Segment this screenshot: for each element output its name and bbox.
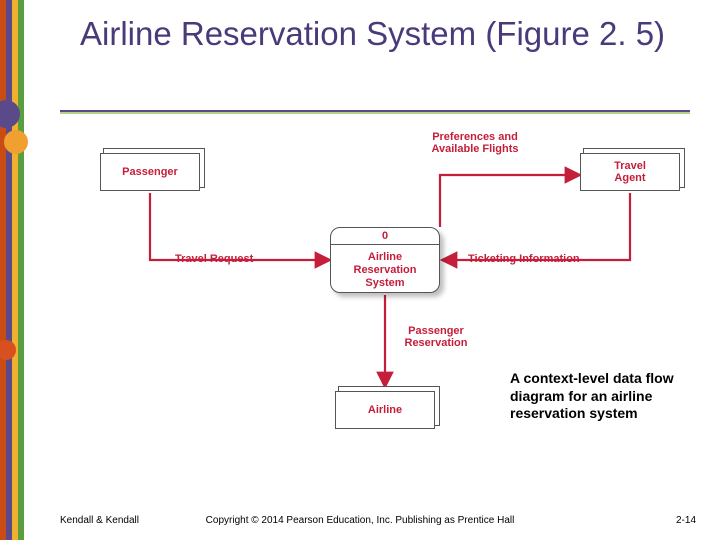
process-id: 0 (331, 228, 439, 245)
entity-passenger: Passenger (100, 153, 200, 191)
process-name: Airline Reservation System (331, 245, 439, 297)
title-underline (60, 110, 690, 114)
footer-page-number: 2-14 (676, 515, 696, 526)
flow-label-reservation: Passenger Reservation (396, 325, 476, 349)
flow-label-travel-request: Travel Request (175, 253, 253, 265)
entity-travel-agent: Travel Agent (580, 153, 680, 191)
flow-label-ticketing: Ticketing Information (468, 253, 580, 265)
diagram-caption: A context-level data flow diagram for an… (510, 370, 680, 423)
process-airline-reservation-system: 0 Airline Reservation System (330, 227, 440, 293)
left-decoration (0, 0, 30, 540)
flow-label-preferences: Preferences and Available Flights (410, 131, 540, 155)
entity-airline: Airline (335, 391, 435, 429)
slide-title: Airline Reservation System (Figure 2. 5) (80, 15, 700, 53)
footer-copyright: Copyright © 2014 Pearson Education, Inc.… (0, 515, 720, 526)
